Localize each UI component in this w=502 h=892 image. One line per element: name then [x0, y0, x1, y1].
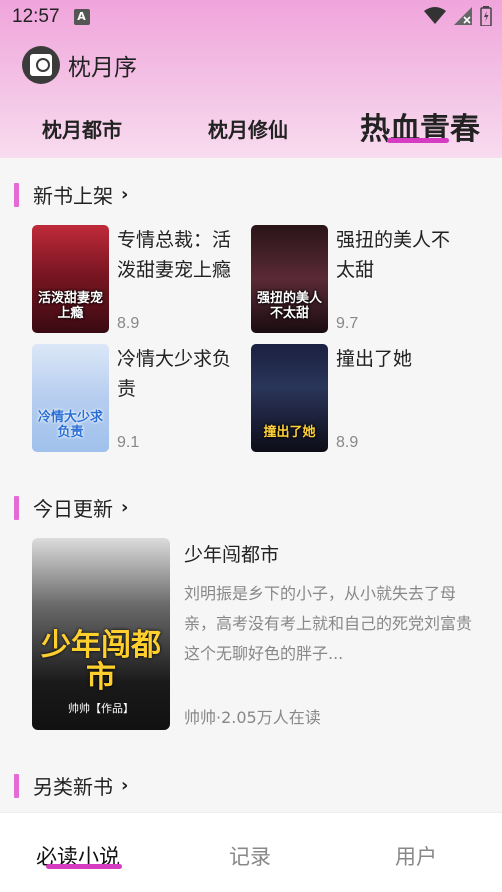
featured-cover-sub: 帅帅【作品】 [68, 702, 134, 715]
active-nav-indicator [46, 864, 122, 869]
chevron-right-icon: › [121, 497, 129, 518]
cover-text: 活泼甜妻宠上瘾 [37, 291, 103, 321]
featured-book-title: 少年闯都市 [184, 544, 280, 566]
header: 12:57 A 枕月序 枕月都市 枕月修仙 热血青春 [0, 0, 502, 158]
app-logo-icon [22, 46, 60, 84]
section-other-label: 另类新书 [33, 775, 113, 799]
wifi-icon [424, 7, 446, 24]
book-score: 9.1 [117, 434, 140, 451]
category-tabs: 枕月都市 枕月修仙 热血青春 [0, 100, 502, 150]
featured-book-meta: 帅帅·2.05万人在读 [184, 708, 321, 727]
active-tab-indicator [387, 138, 449, 143]
book-info: 冷情大少求负责 9.1 [117, 344, 247, 452]
book-card[interactable]: 强扭的美人不太甜 强扭的美人不太甜 9.7 [251, 225, 466, 333]
section-bar [14, 182, 19, 207]
section-new-books-label: 新书上架 [33, 184, 113, 208]
book-title: 撞出了她 [336, 348, 413, 370]
book-title: 强扭的美人不太甜 [336, 229, 451, 281]
book-score: 9.7 [336, 315, 359, 332]
app-title: 枕月序 [68, 55, 137, 81]
book-card[interactable]: 撞出了她 撞出了她 8.9 [251, 344, 466, 452]
section-other-header[interactable]: 另类新书 › [14, 771, 128, 800]
featured-book-card[interactable]: 少年闯都市 帅帅【作品】 少年闯都市 刘明振是乡下的小子，从小就失去了母亲，高考… [32, 538, 474, 730]
cover-text: 冷情大少求负责 [37, 410, 103, 440]
notification-icon: A [73, 9, 90, 25]
featured-book-description: 刘明振是乡下的小子，从小就失去了母亲，高考没有考上就和自己的死党刘富贵这个无聊好… [184, 584, 473, 663]
featured-book-cover: 少年闯都市 帅帅【作品】 [32, 538, 170, 730]
section-bar [14, 773, 19, 798]
signal-icon [454, 7, 472, 25]
app-title-row: 枕月序 [22, 46, 137, 84]
book-cover: 冷情大少求负责 [32, 344, 109, 452]
featured-book-info: 少年闯都市 刘明振是乡下的小子，从小就失去了母亲，高考没有考上就和自己的死党刘富… [184, 538, 474, 730]
chevron-right-icon: › [121, 775, 129, 796]
status-icons [424, 6, 492, 26]
nav-yonghu[interactable]: 用户 [395, 841, 437, 871]
section-new-books-header[interactable]: 新书上架 › [14, 180, 128, 209]
bottom-nav: 必读小说 记录 用户 [0, 812, 502, 892]
cover-text: 强扭的美人不太甜 [256, 291, 322, 321]
tab-zhenyue-xiuxian[interactable]: 枕月修仙 [208, 114, 288, 143]
book-cover: 强扭的美人不太甜 [251, 225, 328, 333]
book-card[interactable]: 冷情大少求负责 冷情大少求负责 9.1 [32, 344, 247, 452]
status-bar: 12:57 A [0, 0, 502, 34]
chevron-right-icon: › [121, 184, 129, 205]
book-info: 强扭的美人不太甜 9.7 [336, 225, 466, 333]
cover-text: 撞出了她 [263, 425, 316, 440]
section-today-update-label: 今日更新 [33, 497, 113, 521]
book-score: 8.9 [117, 315, 140, 332]
book-info: 撞出了她 8.9 [336, 344, 466, 452]
book-title: 专情总裁：活泼甜妻宠上瘾 [117, 229, 232, 281]
book-cover: 活泼甜妻宠上瘾 [32, 225, 109, 333]
book-card[interactable]: 活泼甜妻宠上瘾 专情总裁：活泼甜妻宠上瘾 8.9 [32, 225, 247, 333]
tab-zhenyue-dushi[interactable]: 枕月都市 [42, 114, 122, 143]
section-today-update-header[interactable]: 今日更新 › [14, 493, 128, 522]
battery-icon [480, 6, 492, 26]
book-score: 8.9 [336, 434, 359, 451]
book-info: 专情总裁：活泼甜妻宠上瘾 8.9 [117, 225, 247, 333]
featured-cover-title: 少年闯都市 [41, 628, 161, 695]
nav-jilu[interactable]: 记录 [229, 841, 271, 871]
section-bar [14, 495, 19, 520]
book-cover: 撞出了她 [251, 344, 328, 452]
book-title: 冷情大少求负责 [117, 348, 232, 400]
status-time: 12:57 [12, 6, 60, 27]
